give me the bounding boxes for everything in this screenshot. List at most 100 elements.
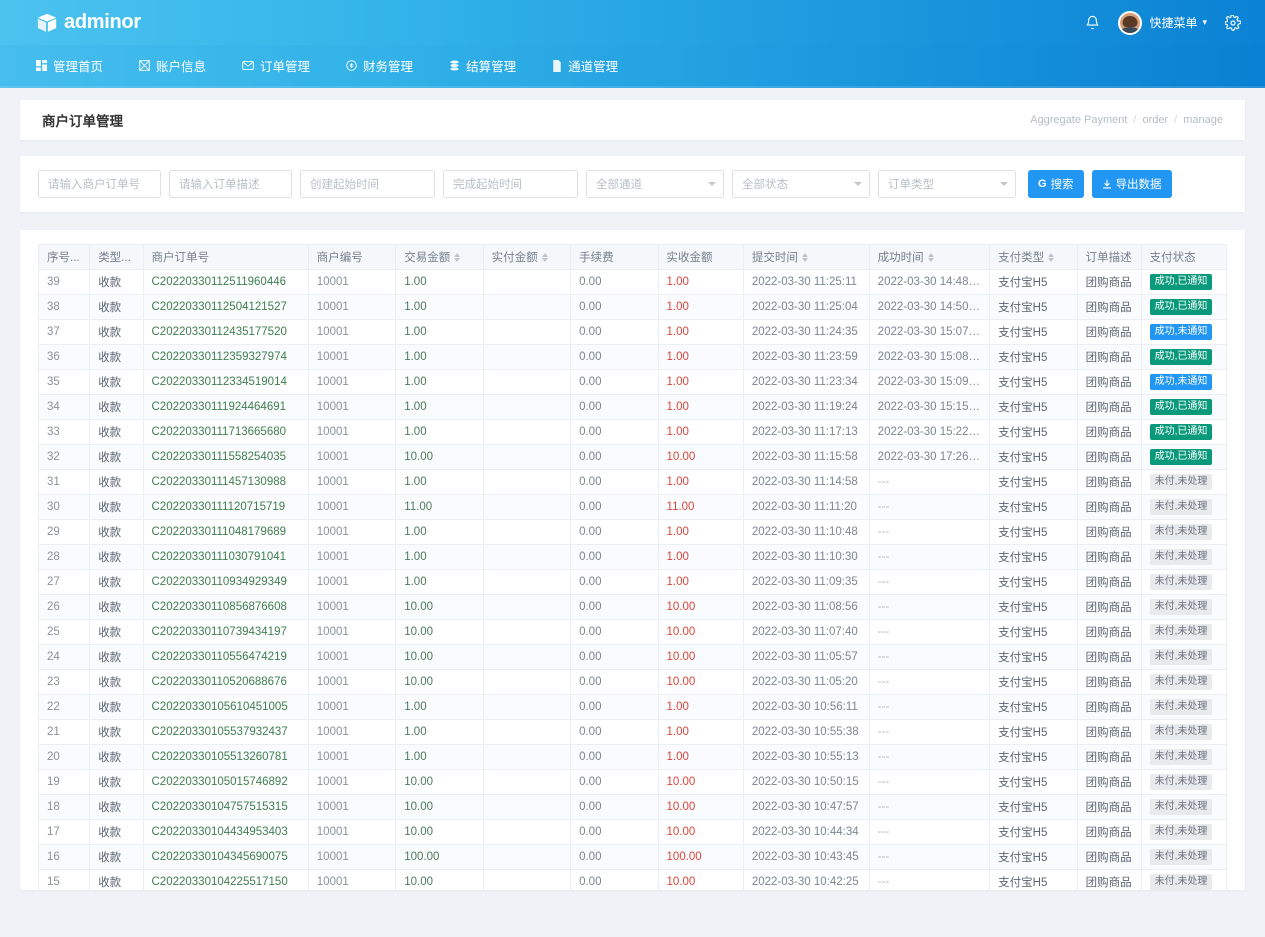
create-start-date-input[interactable]: 创建起始时间: [300, 170, 435, 198]
nav-item-dashboard[interactable]: 管理首页: [36, 56, 103, 75]
table-row[interactable]: 26收款C202203301108568766081000110.000.001…: [39, 595, 1227, 620]
cell-order-desc: 团购商品: [1077, 495, 1141, 520]
table-row[interactable]: 30收款C202203301111207157191000111.000.001…: [39, 495, 1227, 520]
table-row[interactable]: 32收款C202203301115582540351000110.000.001…: [39, 445, 1227, 470]
chevron-down-icon: [1000, 182, 1008, 186]
cell-trade-amount: 1.00: [396, 745, 483, 770]
col-header-suc[interactable]: 成功时间: [869, 245, 990, 270]
table-row[interactable]: 18收款C202203301047575153151000110.000.001…: [39, 795, 1227, 820]
cell-trade-amount: 10.00: [396, 595, 483, 620]
order-desc-input[interactable]: 请输入订单描述: [169, 170, 292, 198]
col-header-amt[interactable]: 交易金额: [396, 245, 483, 270]
table-row[interactable]: 36收款C20220330112359327974100011.000.001.…: [39, 345, 1227, 370]
sort-icon[interactable]: [542, 253, 548, 262]
cell-merchant-id: 10001: [308, 695, 395, 720]
table-row[interactable]: 23收款C202203301105206886761000110.000.001…: [39, 670, 1227, 695]
nav-item-channel[interactable]: 通道管理: [552, 56, 618, 75]
table-row[interactable]: 35收款C20220330112334519014100011.000.001.…: [39, 370, 1227, 395]
brand-logo[interactable]: adminor: [36, 11, 141, 34]
table-row[interactable]: 25收款C202203301107394341971000110.000.001…: [39, 620, 1227, 645]
cell-received-amount: 10.00: [658, 645, 743, 670]
cell-type: 收款: [90, 745, 143, 770]
table-row[interactable]: 27收款C20220330110934929349100011.000.001.…: [39, 570, 1227, 595]
table-row[interactable]: 29收款C20220330111048179689100011.000.001.…: [39, 520, 1227, 545]
col-header-mid[interactable]: 商户编号: [308, 245, 395, 270]
table-row[interactable]: 24收款C202203301105564742191000110.000.001…: [39, 645, 1227, 670]
breadcrumb-item-1[interactable]: order: [1142, 114, 1168, 126]
col-header-recv[interactable]: 实收金额: [658, 245, 743, 270]
cell-submit-time: 2022-03-30 10:44:34: [743, 820, 869, 845]
table-row[interactable]: 33收款C20220330111713665680100011.000.001.…: [39, 420, 1227, 445]
cell-fee: 0.00: [571, 645, 658, 670]
status-badge: 成功,已通知: [1150, 449, 1213, 465]
dashboard-icon: [36, 60, 47, 71]
search-button[interactable]: G 搜索: [1028, 170, 1084, 198]
nav-item-order[interactable]: 订单管理: [242, 56, 310, 75]
table-row[interactable]: 20收款C20220330105513260781100011.000.001.…: [39, 745, 1227, 770]
sort-icon[interactable]: [1048, 253, 1054, 262]
cell-pay-type: 支付宝H5: [990, 670, 1077, 695]
cell-received-amount: 1.00: [658, 295, 743, 320]
cell-submit-time: 2022-03-30 11:09:35: [743, 570, 869, 595]
cell-trade-amount: 10.00: [396, 445, 483, 470]
sort-icon[interactable]: [802, 253, 808, 262]
merchant-order-no-input[interactable]: 请输入商户订单号: [38, 170, 161, 198]
sort-icon[interactable]: [928, 253, 934, 262]
nav-item-settlement[interactable]: 结算管理: [449, 56, 516, 75]
cell-order-no: C20220330104434953403: [143, 820, 308, 845]
breadcrumb-item-0[interactable]: Aggregate Payment: [1030, 114, 1127, 126]
sort-icon[interactable]: [454, 253, 460, 262]
cell-submit-time: 2022-03-30 10:47:57: [743, 795, 869, 820]
table-row[interactable]: 15收款C202203301042255171501000110.000.001…: [39, 870, 1227, 891]
cell-index: 15: [39, 870, 90, 891]
col-header-pay[interactable]: 实付金额: [483, 245, 570, 270]
table-row[interactable]: 37收款C20220330112435177520100011.000.001.…: [39, 320, 1227, 345]
cell-order-no: C20220330112511960446: [143, 270, 308, 295]
cell-index: 35: [39, 370, 90, 395]
table-row[interactable]: 19收款C202203301050157468921000110.000.001…: [39, 770, 1227, 795]
cell-pay-status: 成功,已通知: [1141, 445, 1226, 470]
col-header-idx[interactable]: 序号...: [39, 245, 90, 270]
cell-received-amount: 1.00: [658, 545, 743, 570]
order-type-select[interactable]: 订单类型: [878, 170, 1016, 198]
status-select[interactable]: 全部状态: [732, 170, 870, 198]
table-row[interactable]: 38收款C20220330112504121527100011.000.001.…: [39, 295, 1227, 320]
nav-item-account[interactable]: 账户信息: [139, 56, 206, 75]
cell-fee: 0.00: [571, 795, 658, 820]
nav-item-finance[interactable]: 财务管理: [346, 56, 413, 75]
cell-received-amount: 11.00: [658, 495, 743, 520]
cell-pay-type: 支付宝H5: [990, 295, 1077, 320]
gear-icon[interactable]: [1225, 15, 1241, 31]
channel-select[interactable]: 全部通道: [586, 170, 724, 198]
col-header-desc[interactable]: 订单描述: [1077, 245, 1141, 270]
cell-pay-status: 未付,未处理: [1141, 595, 1226, 620]
col-header-ptype[interactable]: 支付类型: [990, 245, 1077, 270]
cell-order-no: C20220330112334519014: [143, 370, 308, 395]
table-row[interactable]: 22收款C20220330105610451005100011.000.001.…: [39, 695, 1227, 720]
col-header-stat[interactable]: 支付状态: [1141, 245, 1226, 270]
finish-start-date-input[interactable]: 完成起始时间: [443, 170, 578, 198]
cell-paid-amount: [483, 770, 570, 795]
table-row[interactable]: 39收款C20220330112511960446100011.000.001.…: [39, 270, 1227, 295]
table-row[interactable]: 28收款C20220330111030791041100011.000.001.…: [39, 545, 1227, 570]
col-header-sub[interactable]: 提交时间: [743, 245, 869, 270]
table-row[interactable]: 31收款C20220330111457130988100011.000.001.…: [39, 470, 1227, 495]
search-button-label: 搜索: [1051, 176, 1074, 192]
bell-icon[interactable]: [1085, 15, 1100, 30]
breadcrumb-item-2[interactable]: manage: [1183, 114, 1223, 126]
table-row[interactable]: 34收款C20220330111924464691100011.000.001.…: [39, 395, 1227, 420]
export-button[interactable]: 导出数据: [1092, 170, 1172, 198]
cell-order-no: C20220330111048179689: [143, 520, 308, 545]
table-row[interactable]: 17收款C202203301044349534031000110.000.001…: [39, 820, 1227, 845]
col-label: 商户订单号: [152, 249, 210, 265]
cell-submit-time: 2022-03-30 10:55:13: [743, 745, 869, 770]
table-row[interactable]: 21收款C20220330105537932437100011.000.001.…: [39, 720, 1227, 745]
col-header-order[interactable]: 商户订单号: [143, 245, 308, 270]
col-header-type[interactable]: 类型...: [90, 245, 143, 270]
table-row[interactable]: 16收款C2022033010434569007510001100.000.00…: [39, 845, 1227, 870]
cell-submit-time: 2022-03-30 11:17:13: [743, 420, 869, 445]
col-label: 成功时间: [878, 249, 924, 265]
col-header-fee[interactable]: 手续费: [571, 245, 658, 270]
cell-order-desc: 团购商品: [1077, 745, 1141, 770]
user-menu[interactable]: 快捷菜单 ▾: [1118, 11, 1207, 35]
